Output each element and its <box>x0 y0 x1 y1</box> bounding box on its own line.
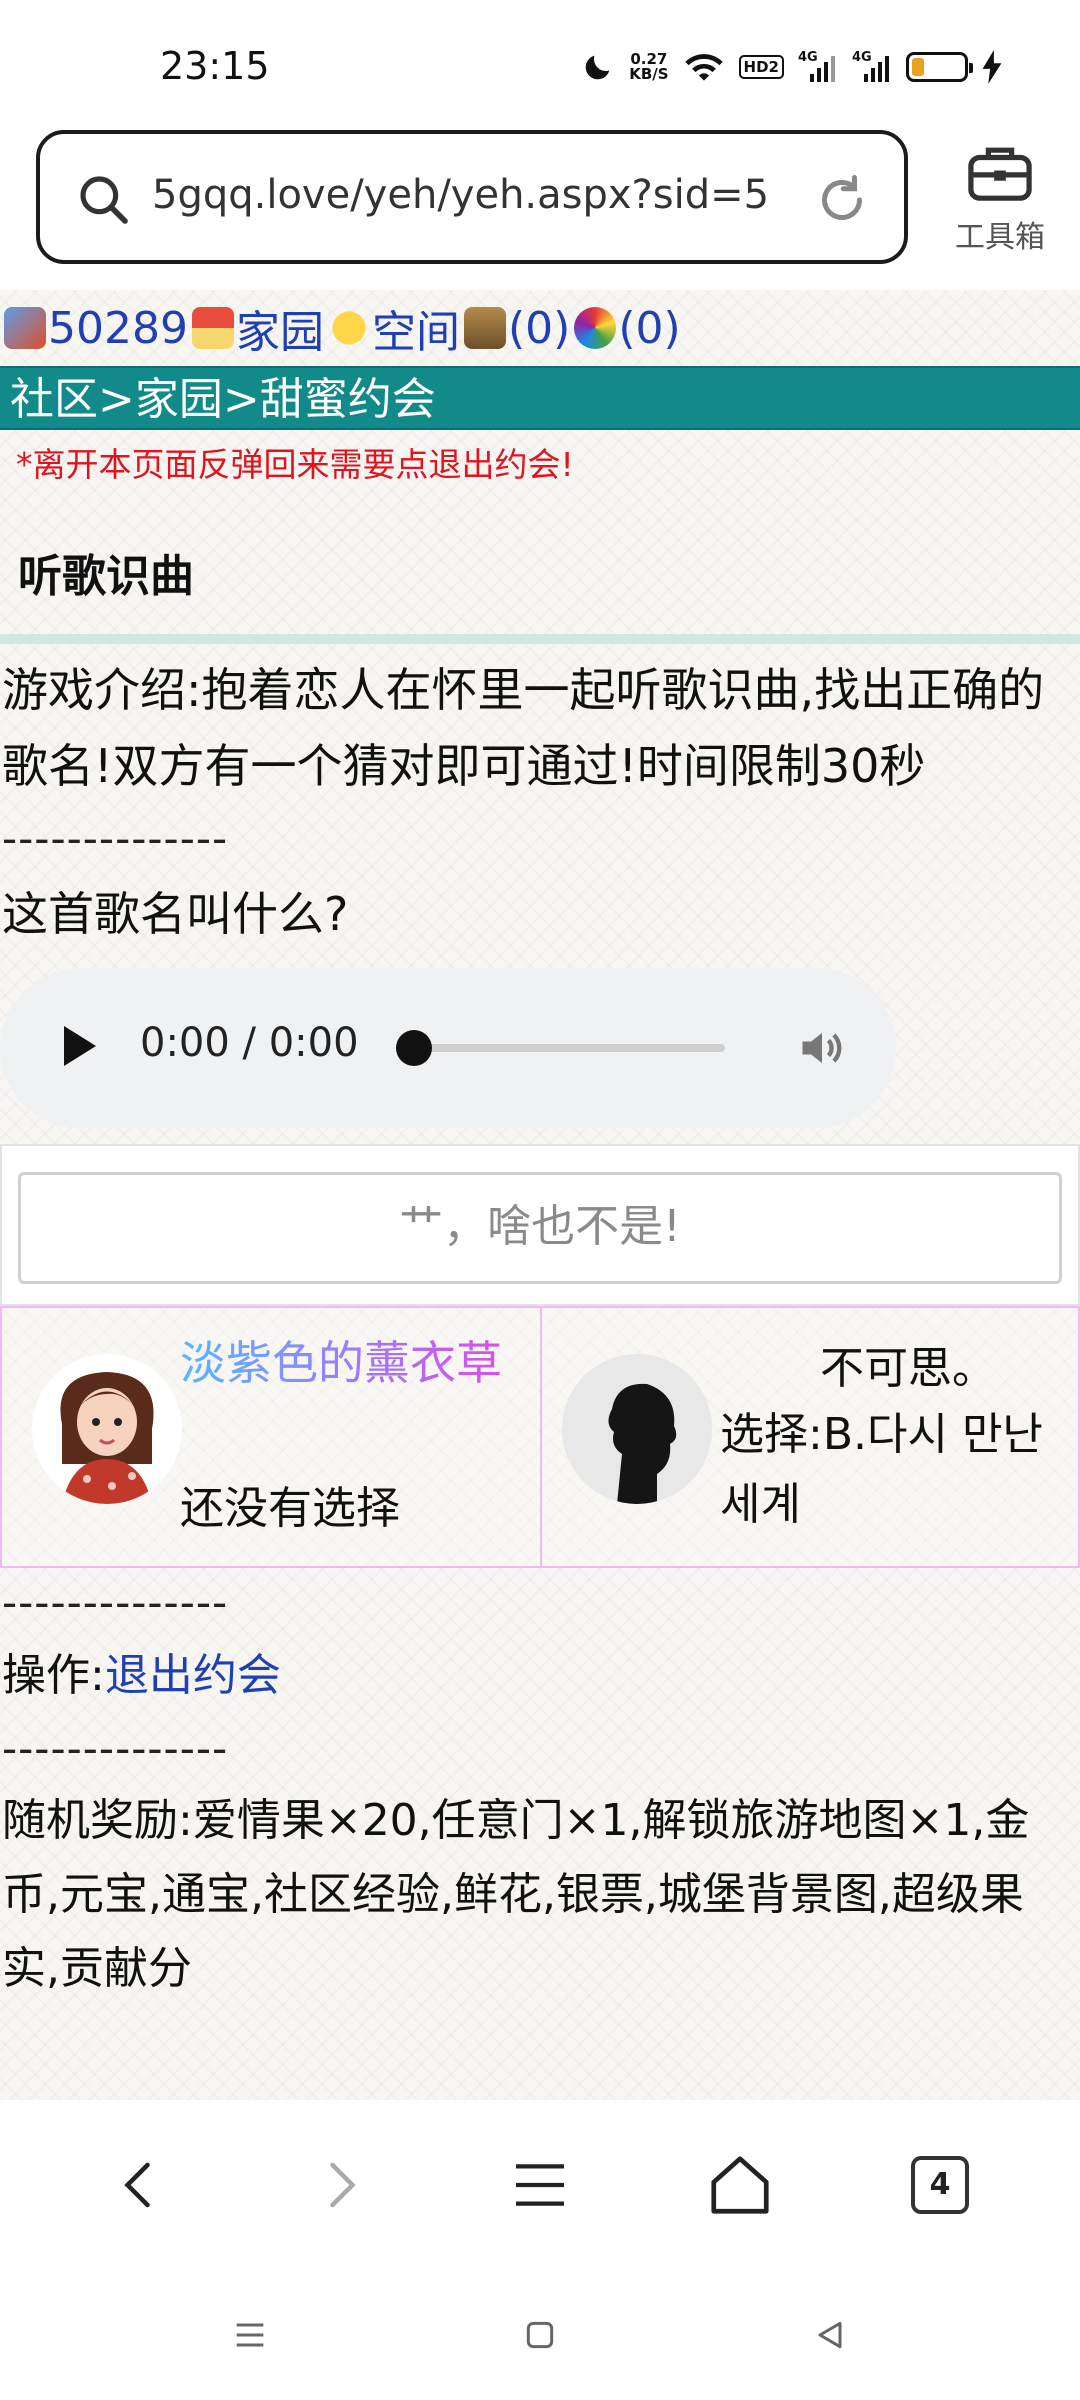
user-badge-icon <box>4 307 46 349</box>
toolbox-button[interactable]: 工具箱 <box>940 140 1060 260</box>
divider: -------------- <box>2 1724 229 1773</box>
toolbox-icon <box>968 147 1032 201</box>
signal-icon: 4G <box>798 50 838 84</box>
address-bar[interactable]: 5gqq.love/yeh/yeh.aspx?sid=5··· <box>36 130 908 264</box>
operation-line: 操作:退出约会 <box>2 1638 1076 1714</box>
player-name[interactable]: 淡紫色的薰衣草 <box>180 1326 520 1400</box>
home-icon <box>711 2156 769 2214</box>
avatar[interactable] <box>32 1354 182 1504</box>
moon-icon <box>585 55 610 80</box>
space-link[interactable]: 空间 <box>327 296 460 360</box>
page-content: 50289 家园 空间 (0) (0) 社区>家园>甜蜜约会 *离开本页面反弹回… <box>0 290 1080 2100</box>
reload-icon[interactable] <box>812 170 872 230</box>
breadcrumb: 社区>家园>甜蜜约会 <box>0 366 1080 430</box>
toolbox-label: 工具箱 <box>955 220 1045 255</box>
color-wheel-link[interactable]: (0) <box>574 303 681 354</box>
status-time: 23:15 <box>160 44 270 88</box>
operation-label: 操作: <box>2 1650 105 1701</box>
game-title: 听歌识曲 <box>0 494 1080 644</box>
exit-date-link[interactable]: 退出约会 <box>105 1650 281 1701</box>
players-panel: 淡紫色的薰衣草 还没有选择 不可思。 选择:B.다시 만난 세계 <box>0 1306 1080 1568</box>
bank-icon <box>463 307 506 349</box>
home-link[interactable]: 家园 <box>191 296 324 360</box>
tabs-button[interactable]: 4 <box>900 2145 980 2225</box>
status-icons: 0.27 KB/S HD2 4G 4G <box>581 46 1002 88</box>
player-card: 不可思。 选择:B.다시 만난 세계 <box>540 1308 1078 1566</box>
player-name[interactable]: 不可思。 <box>820 1332 996 1396</box>
chevron-left-icon <box>124 2162 150 2208</box>
audio-progress-track[interactable] <box>410 1044 725 1052</box>
avatar[interactable] <box>562 1354 712 1504</box>
system-nav-bar <box>0 2270 1080 2400</box>
forward-button[interactable] <box>300 2145 380 2225</box>
menu-button[interactable] <box>500 2145 580 2225</box>
star-icon <box>327 307 370 349</box>
reward-text: 随机奖励:爱情果×20,任意门×1,解锁旅游地图×1,金币,元宝,通宝,社区经验… <box>2 1795 1030 1994</box>
charging-bolt-icon <box>982 50 1002 84</box>
color-wheel-icon <box>574 307 617 349</box>
search-icon <box>80 176 128 224</box>
volume-icon[interactable] <box>796 1022 848 1074</box>
home-button[interactable] <box>700 2145 780 2225</box>
wifi-icon <box>684 54 723 81</box>
status-bar: 23:15 0.27 KB/S HD2 4G 4G <box>0 0 1080 130</box>
audio-time: 0:00 / 0:00 <box>140 1020 359 1066</box>
player-card: 淡紫色的薰衣草 还没有选择 <box>2 1308 540 1566</box>
recents-menu-icon[interactable] <box>230 2315 270 2355</box>
battery-icon <box>906 52 973 82</box>
top-links: 50289 家园 空间 (0) (0) <box>0 290 1080 366</box>
bank-link[interactable]: (0) <box>463 303 570 354</box>
tab-count: 4 <box>911 2156 969 2214</box>
game-intro: 游戏介绍:抱着恋人在怀里一起听歌识曲,找出正确的歌名!双方有一个猜对即可通过!时… <box>2 663 1045 793</box>
play-icon[interactable] <box>64 1026 96 1066</box>
hd-voice-badge: HD2 <box>738 55 784 79</box>
signal-icon-2: 4G <box>852 50 892 84</box>
menu-icon <box>516 2164 564 2206</box>
network-speed: 0.27 KB/S <box>629 50 669 83</box>
player-choice: 选择:B.다시 만난 세계 <box>720 1409 1043 1530</box>
house-icon <box>191 307 234 349</box>
browser-bottom-nav: 4 <box>0 2100 1080 2270</box>
user-id-link[interactable]: 50289 <box>4 303 188 354</box>
warning-text: *离开本页面反弹回来需要点退出约会! <box>16 445 574 484</box>
back-triangle-icon[interactable] <box>810 2315 850 2355</box>
home-square-icon[interactable] <box>520 2315 560 2355</box>
chevron-right-icon <box>330 2162 356 2208</box>
divider: -------------- <box>2 1578 229 1627</box>
answer-option-button[interactable]: 艹，啥也不是! <box>18 1172 1062 1284</box>
audio-player: 0:00 / 0:00 <box>0 968 896 1128</box>
player-status: 还没有选择 <box>180 1483 400 1534</box>
url-text[interactable]: 5gqq.love/yeh/yeh.aspx?sid=5··· <box>152 172 772 218</box>
audio-progress-thumb[interactable] <box>396 1030 432 1066</box>
answer-options: 艹，啥也不是! <box>0 1144 1080 1306</box>
divider: -------------- <box>2 814 229 863</box>
back-button[interactable] <box>100 2145 180 2225</box>
question-text: 这首歌名叫什么? <box>2 887 349 941</box>
